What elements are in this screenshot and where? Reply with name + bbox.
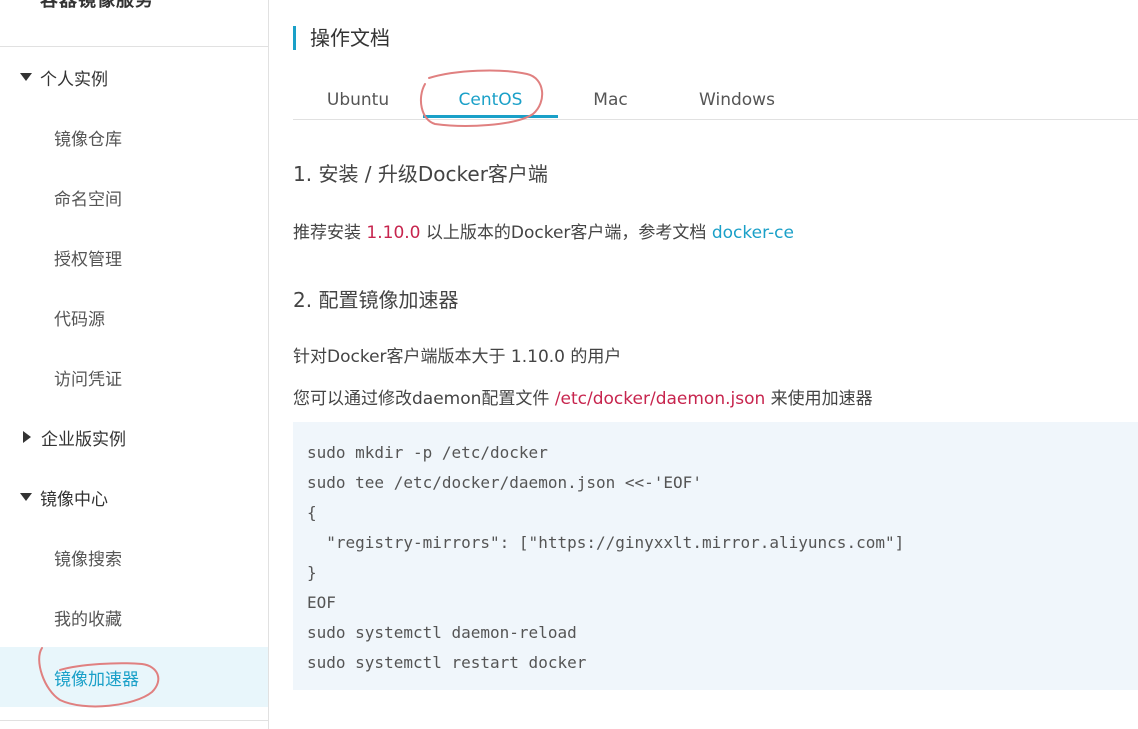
step1-text-middle: 以上版本的Docker客户端，参考文档 [420, 223, 712, 243]
code-line: } [307, 563, 317, 582]
step1-text-before: 推荐安装 [293, 223, 367, 243]
tab-centos[interactable]: CentOS [423, 82, 558, 118]
sidebar-item-favorites[interactable]: 我的收藏 [0, 587, 268, 647]
step2-text-after: 来使用加速器 [765, 389, 873, 409]
caret-down-icon [20, 73, 32, 81]
sidebar-item-label: 我的收藏 [54, 609, 122, 630]
os-tabs: Ubuntu CentOS Mac Windows [293, 82, 1138, 120]
sidebar-item-label: 代码源 [54, 309, 105, 330]
sidebar-item-namespaces[interactable]: 命名空间 [0, 167, 268, 227]
caret-down-icon [20, 493, 32, 501]
nav-group-image-center[interactable]: 镜像中心 [0, 467, 268, 527]
step2-text-before: 您可以通过修改daemon配置文件 [293, 389, 555, 409]
sidebar-title: 容器镜像服务 [40, 0, 154, 11]
step2-line1: 针对Docker客户端版本大于 1.10.0 的用户 [293, 347, 622, 367]
code-line: sudo systemctl restart docker [307, 653, 587, 672]
nav-group-label: 个人实例 [40, 69, 108, 90]
code-line: EOF [307, 593, 336, 612]
code-block[interactable]: sudo mkdir -p /etc/docker sudo tee /etc/… [293, 422, 1138, 690]
sidebar: 容器镜像服务 个人实例 镜像仓库 命名空间 授权管理 代码源 访问凭证 企业版实… [0, 0, 269, 729]
code-lines: sudo mkdir -p /etc/docker sudo tee /etc/… [307, 438, 904, 678]
page-title: 操作文档 [293, 26, 390, 50]
nav-group-label: 企业版实例 [41, 429, 126, 450]
sidebar-item-label: 授权管理 [54, 249, 122, 270]
code-line: sudo tee /etc/docker/daemon.json <<-'EOF… [307, 473, 702, 492]
config-file-path: /etc/docker/daemon.json [554, 389, 766, 409]
docker-ce-link[interactable]: docker-ce [712, 223, 794, 243]
step1-heading: 1. 安装 / 升级Docker客户端 [293, 162, 548, 186]
nav-group-personal-instance[interactable]: 个人实例 [0, 47, 268, 107]
sidebar-item-label: 镜像加速器 [54, 669, 139, 690]
step2-heading: 2. 配置镜像加速器 [293, 288, 459, 312]
code-line: sudo mkdir -p /etc/docker [307, 443, 548, 462]
sidebar-item-repositories[interactable]: 镜像仓库 [0, 107, 268, 167]
step1-text: 推荐安装 1.10.0 以上版本的Docker客户端，参考文档 docker-c… [293, 218, 794, 243]
sidebar-item-authorization[interactable]: 授权管理 [0, 227, 268, 287]
main-content: 操作文档 Ubuntu CentOS Mac Windows 1. 安装 / 升… [293, 0, 1138, 729]
code-line: { [307, 503, 317, 522]
code-line: sudo systemctl daemon-reload [307, 623, 577, 642]
sidebar-item-access-credentials[interactable]: 访问凭证 [0, 347, 268, 407]
code-line: "registry-mirrors": ["https://ginyxxlt.m… [307, 533, 905, 552]
tab-ubuntu[interactable]: Ubuntu [315, 82, 401, 118]
sidebar-item-label: 访问凭证 [54, 369, 122, 390]
recommended-version: 1.10.0 [366, 223, 421, 243]
caret-right-icon [23, 431, 31, 443]
nav-group-enterprise-instance[interactable]: 企业版实例 [0, 407, 268, 467]
step2-line2: 您可以通过修改daemon配置文件 /etc/docker/daemon.jso… [293, 384, 873, 409]
nav-group-label: 镜像中心 [40, 489, 108, 510]
sidebar-item-label: 镜像搜索 [54, 549, 122, 570]
tab-mac[interactable]: Mac [578, 82, 643, 118]
tab-windows[interactable]: Windows [683, 82, 791, 118]
sidebar-item-image-search[interactable]: 镜像搜索 [0, 527, 268, 587]
sidebar-item-label: 命名空间 [54, 189, 122, 210]
sidebar-divider [0, 720, 268, 721]
sidebar-item-label: 镜像仓库 [54, 129, 122, 150]
sidebar-item-code-source[interactable]: 代码源 [0, 287, 268, 347]
sidebar-item-image-accelerator[interactable]: 镜像加速器 [0, 647, 268, 707]
